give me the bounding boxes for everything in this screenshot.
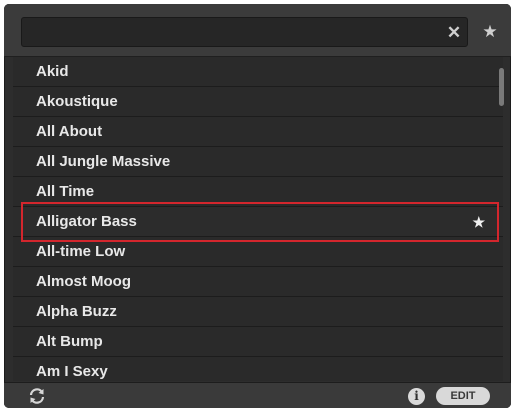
- preset-browser-window: ✕ ★ Akid Akoustique All About All Jungle…: [4, 4, 511, 408]
- list-item-highlighted[interactable]: Alligator Bass ★: [13, 207, 503, 237]
- list-item-label: Alpha Buzz: [36, 303, 117, 320]
- star-icon: ★: [482, 22, 498, 41]
- list-item-label: All Jungle Massive: [36, 153, 171, 170]
- info-button[interactable]: i: [408, 388, 425, 405]
- edit-button-label: EDIT: [450, 390, 476, 402]
- list-item-label: Akid: [36, 63, 69, 80]
- preset-list[interactable]: Akid Akoustique All About All Jungle Mas…: [13, 57, 503, 381]
- list-item-label: All Time: [36, 183, 95, 200]
- close-icon: ✕: [446, 23, 462, 42]
- list-item-label: All-time Low: [36, 243, 126, 260]
- edit-button[interactable]: EDIT: [436, 387, 490, 405]
- footer-bar: i EDIT: [4, 382, 511, 408]
- list-item-label: All About: [36, 123, 103, 140]
- list-item-label: Almost Moog: [36, 273, 131, 290]
- list-item[interactable]: All Time: [13, 177, 503, 207]
- list-item[interactable]: All-time Low: [13, 237, 503, 267]
- list-item[interactable]: All About: [13, 117, 503, 147]
- favorite-star-icon[interactable]: ★: [472, 207, 485, 237]
- list-item-label: Alligator Bass: [36, 213, 137, 230]
- list-item[interactable]: Akoustique: [13, 87, 503, 117]
- scrollbar-thumb[interactable]: [499, 68, 504, 106]
- list-item-label: Akoustique: [36, 93, 118, 110]
- clear-search-button[interactable]: ✕: [445, 24, 463, 42]
- list-item[interactable]: Alt Bump: [13, 327, 503, 357]
- list-item[interactable]: Alpha Buzz: [13, 297, 503, 327]
- favorites-filter-button[interactable]: ★: [480, 22, 500, 42]
- sync-button[interactable]: [28, 387, 46, 405]
- search-input[interactable]: [30, 22, 434, 44]
- list-item[interactable]: Akid: [13, 57, 503, 87]
- search-bar: ✕ ★: [4, 4, 511, 57]
- sync-icon: [29, 388, 45, 404]
- list-item[interactable]: Am I Sexy: [13, 357, 503, 381]
- info-icon: i: [414, 389, 419, 403]
- search-box[interactable]: [21, 17, 468, 47]
- list-item-label: Alt Bump: [36, 333, 103, 350]
- list-item-label: Am I Sexy: [36, 363, 108, 380]
- list-item[interactable]: Almost Moog: [13, 267, 503, 297]
- list-item[interactable]: All Jungle Massive: [13, 147, 503, 177]
